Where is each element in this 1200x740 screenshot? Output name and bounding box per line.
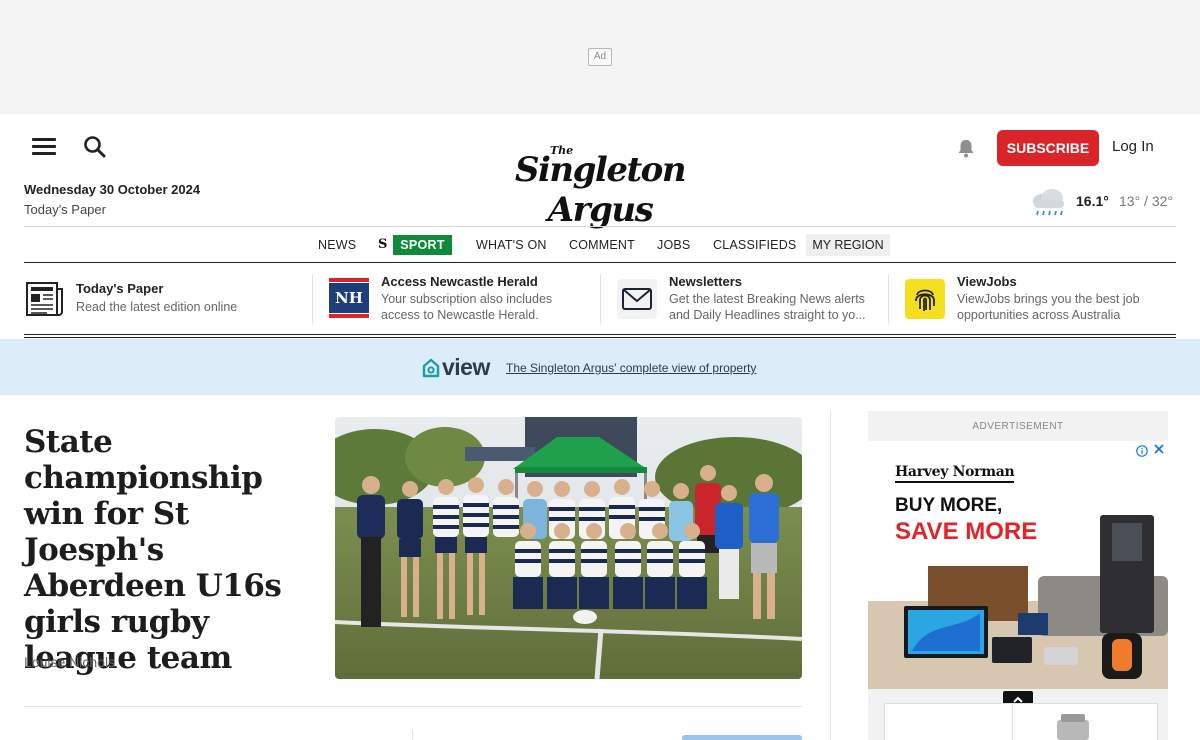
lead-article-photo[interactable] bbox=[335, 417, 802, 679]
logo-name: Singleton Argus bbox=[514, 150, 687, 230]
promo-viewjobs[interactable]: ViewJobs ViewJobs brings you the best jo… bbox=[905, 270, 1176, 328]
promo-title: Access Newcastle Herald bbox=[381, 274, 538, 289]
current-temperature: 16.1° bbox=[1076, 193, 1109, 209]
rain-cloud-icon bbox=[1030, 186, 1066, 218]
view-property-banner: view The Singleton Argus' complete view … bbox=[0, 339, 1200, 395]
promo-title: ViewJobs bbox=[957, 274, 1017, 289]
promo-newcastle-herald[interactable]: NH Access Newcastle Herald Your subscrip… bbox=[329, 270, 591, 328]
promo-desc: Get the latest Breaking News alerts and … bbox=[669, 292, 866, 322]
todays-paper-link[interactable]: Today's Paper bbox=[24, 202, 106, 217]
column-divider bbox=[830, 411, 831, 740]
bell-icon[interactable] bbox=[955, 137, 977, 159]
harvey-norman-ad[interactable]: Harvey Norman BUY MORE, SAVE MORE bbox=[868, 441, 1168, 689]
sidebar-ad: ADVERTISEMENT Harvey Norman BUY MORE, SA… bbox=[868, 411, 1168, 740]
header-divider bbox=[24, 226, 1176, 227]
nav-divider bbox=[24, 262, 1176, 263]
nav-sport-label: SPORT bbox=[393, 235, 452, 255]
search-icon[interactable] bbox=[82, 134, 108, 160]
top-ad-banner: Ad bbox=[0, 0, 1200, 114]
login-link[interactable]: Log In bbox=[1112, 138, 1154, 155]
view-property-link[interactable]: The Singleton Argus' complete view of pr… bbox=[506, 361, 756, 375]
promo-divider bbox=[600, 274, 601, 324]
next-row-divider bbox=[412, 730, 413, 740]
menu-icon[interactable] bbox=[32, 138, 56, 156]
fingerprint-icon bbox=[905, 279, 945, 319]
nav-whats-on[interactable]: WHAT'S ON bbox=[476, 234, 547, 256]
promo-desc: Your subscription also includes access t… bbox=[381, 292, 553, 322]
promo-desc: ViewJobs brings you the best job opportu… bbox=[957, 292, 1140, 322]
advertisement-label: ADVERTISEMENT bbox=[972, 421, 1064, 432]
promo-divider bbox=[888, 274, 889, 324]
envelope-icon bbox=[617, 279, 657, 319]
promo-title: Today's Paper bbox=[76, 281, 164, 296]
nav-my-region[interactable]: MY REGION bbox=[806, 234, 890, 256]
main-nav: NEWS S SPORT WHAT'S ON COMMENT JOBS CLAS… bbox=[0, 234, 1200, 256]
subscribe-button[interactable]: SUBSCRIBE bbox=[997, 130, 1099, 166]
promo-desc: Read the latest edition online bbox=[76, 300, 238, 314]
promo-todays-paper[interactable]: Today's Paper Read the latest edition on… bbox=[24, 270, 304, 328]
lead-headline[interactable]: State championship win for St Joesph's A… bbox=[24, 424, 320, 676]
sport-s-icon: S bbox=[378, 237, 388, 252]
view-logo[interactable]: view bbox=[422, 354, 502, 380]
nav-sport[interactable]: S SPORT bbox=[378, 235, 452, 255]
nav-jobs[interactable]: JOBS bbox=[657, 234, 690, 256]
nav-classifieds[interactable]: CLASSIFIEDS bbox=[713, 234, 796, 256]
newspaper-icon bbox=[25, 281, 65, 317]
view-house-icon bbox=[422, 358, 440, 378]
ad-secondary-panel bbox=[884, 703, 1158, 740]
author-link[interactable]: Louise Nichols bbox=[24, 654, 115, 670]
promo-divider-bottom bbox=[24, 337, 1176, 338]
temperature-range: 13° / 32° bbox=[1119, 193, 1174, 209]
next-article-thumbnail[interactable] bbox=[682, 735, 802, 740]
nav-news[interactable]: NEWS bbox=[318, 234, 356, 256]
view-logo-text: view bbox=[442, 354, 490, 380]
promo-title: Newsletters bbox=[669, 274, 742, 289]
promo-divider-top bbox=[24, 334, 1176, 335]
ad-product-image bbox=[868, 515, 1168, 689]
promo-divider bbox=[312, 274, 313, 324]
nav-comment[interactable]: COMMENT bbox=[569, 234, 635, 256]
masthead-logo[interactable]: The Singleton Argus bbox=[470, 140, 730, 230]
ad-badge: Ad bbox=[588, 48, 612, 66]
article-divider bbox=[24, 706, 802, 707]
nh-logo-icon: NH bbox=[329, 278, 369, 318]
current-date: Wednesday 30 October 2024 bbox=[24, 182, 201, 197]
ad-product-thumb bbox=[1057, 714, 1089, 740]
promo-newsletters[interactable]: Newsletters Get the latest Breaking News… bbox=[617, 270, 879, 328]
